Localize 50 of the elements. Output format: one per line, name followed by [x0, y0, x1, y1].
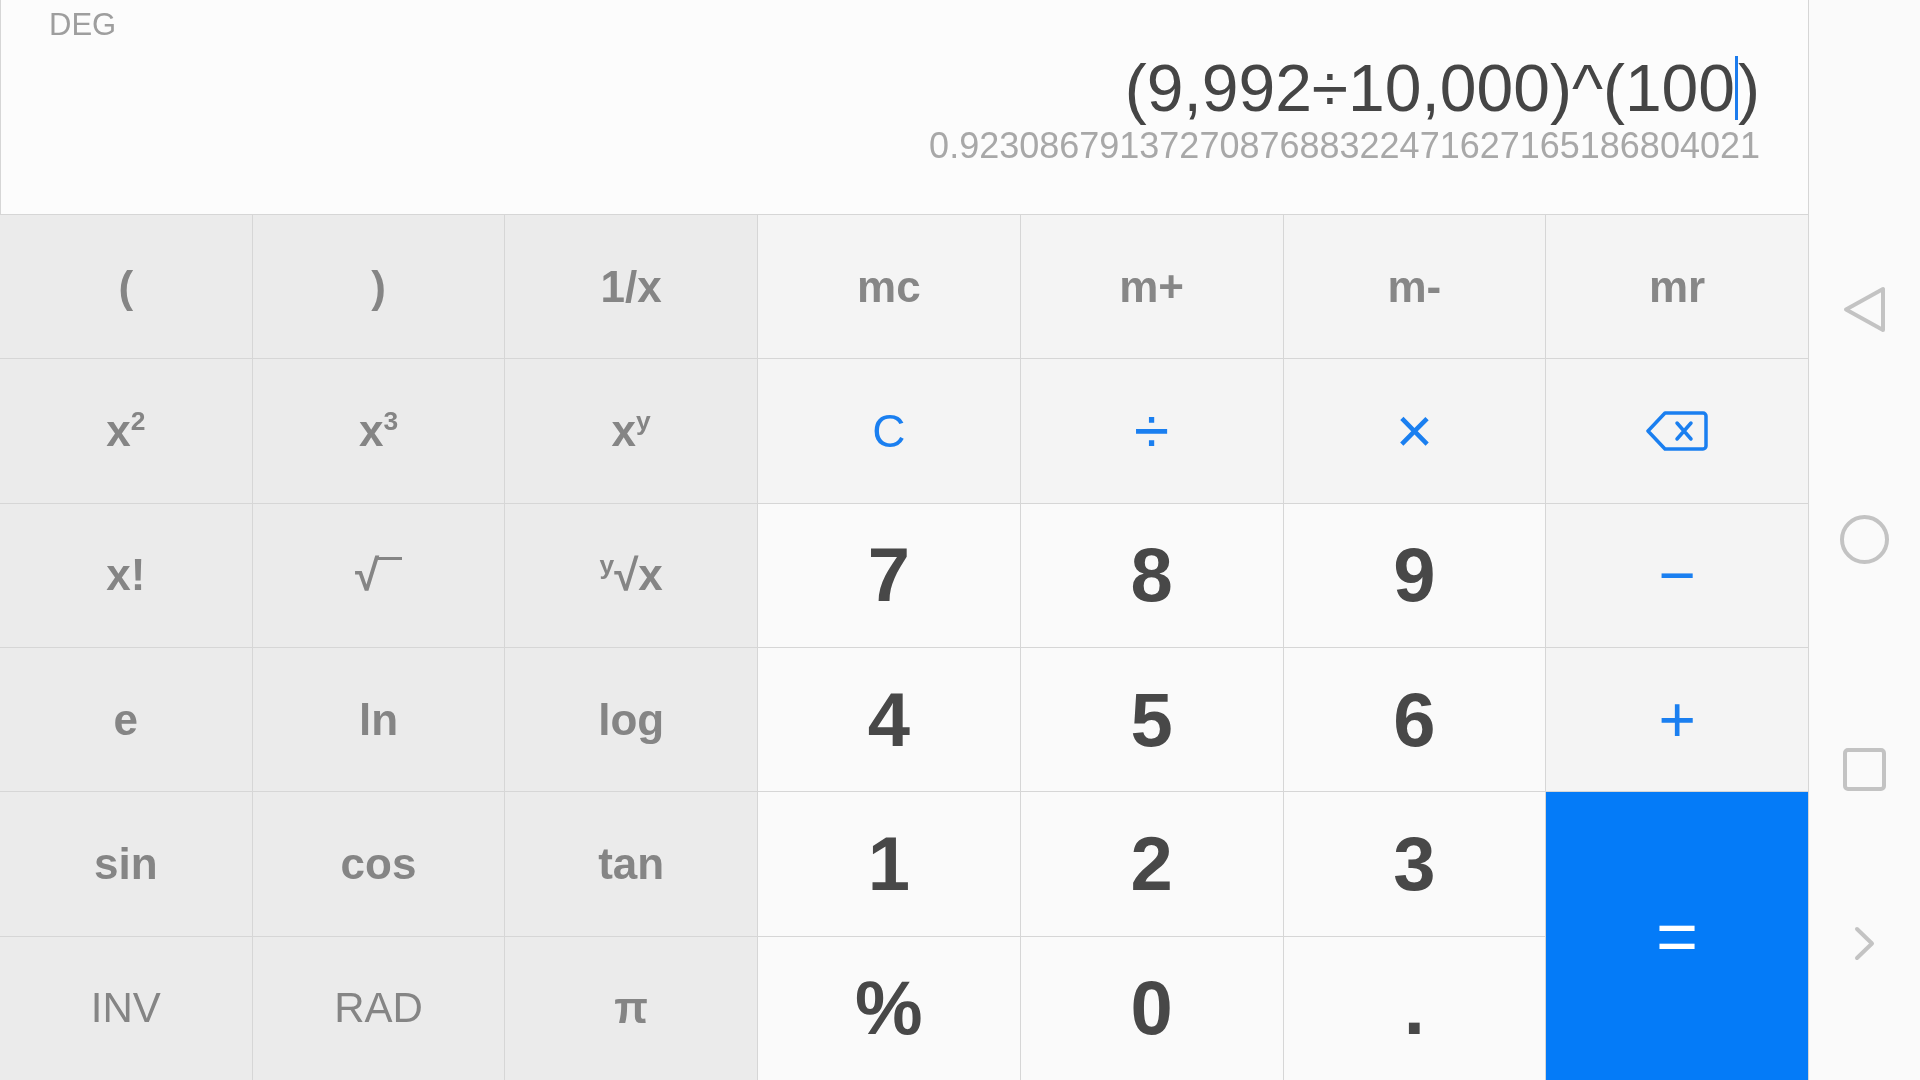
angle-mode-label: DEG: [49, 7, 117, 43]
function-key[interactable]: x!: [0, 503, 252, 647]
mode-key[interactable]: INV: [0, 936, 252, 1080]
memory-key[interactable]: mr: [1546, 215, 1808, 359]
function-key[interactable]: (: [0, 215, 252, 359]
operator-key[interactable]: ÷: [1020, 359, 1283, 503]
function-key[interactable]: log: [505, 648, 757, 792]
digit-key[interactable]: 4: [758, 648, 1020, 792]
backspace-key[interactable]: [1546, 359, 1808, 503]
function-key[interactable]: √: [252, 503, 505, 647]
function-key[interactable]: tan: [505, 792, 757, 936]
mode-key[interactable]: RAD: [252, 936, 505, 1080]
backspace-icon: [1646, 411, 1709, 451]
clear-key[interactable]: C: [758, 359, 1020, 503]
function-key[interactable]: x$^{y}$: [505, 359, 757, 503]
function-key[interactable]: π: [505, 936, 757, 1080]
function-key[interactable]: x$^{3}$: [252, 359, 505, 503]
function-key[interactable]: cos: [252, 792, 505, 936]
function-key[interactable]: $^{y}$√x: [505, 503, 757, 647]
function-key[interactable]: ): [252, 215, 505, 359]
digit-key[interactable]: 9: [1283, 503, 1546, 647]
memory-key[interactable]: mc: [758, 215, 1020, 359]
function-key[interactable]: 1/x: [505, 215, 757, 359]
function-key[interactable]: e: [0, 648, 252, 792]
digit-key[interactable]: 6: [1283, 648, 1546, 792]
digit-key[interactable]: .: [1283, 936, 1546, 1080]
equals-key[interactable]: =: [1546, 792, 1808, 1080]
digit-key[interactable]: 0: [1020, 936, 1283, 1080]
digit-key[interactable]: 5: [1020, 648, 1283, 792]
digit-key[interactable]: 2: [1020, 792, 1283, 936]
function-key[interactable]: x$^{2}$: [0, 359, 252, 503]
square-icon[interactable]: [1843, 748, 1886, 791]
digit-key[interactable]: 7: [758, 503, 1020, 647]
digit-key[interactable]: 1: [758, 792, 1020, 936]
back-icon[interactable]: [1843, 286, 1886, 333]
chevron-icon[interactable]: [1854, 926, 1875, 961]
digit-key[interactable]: 3: [1283, 792, 1546, 936]
digit-key[interactable]: 8: [1020, 503, 1283, 647]
result-text: 0.9230867913727087688322471627165186804021: [929, 126, 1760, 166]
circle-icon[interactable]: [1840, 515, 1889, 564]
function-key[interactable]: ln: [252, 648, 505, 792]
digit-key[interactable]: %: [758, 936, 1020, 1080]
memory-key[interactable]: m-: [1283, 215, 1546, 359]
operator-key[interactable]: −: [1546, 503, 1808, 647]
operator-key[interactable]: ×: [1283, 359, 1546, 503]
expression-field[interactable]: (9,992÷10,000)^(100): [1124, 50, 1760, 126]
operator-key[interactable]: +: [1546, 648, 1808, 792]
function-key[interactable]: sin: [0, 792, 252, 936]
cursor-icon: [1735, 56, 1738, 120]
memory-key[interactable]: m+: [1020, 215, 1283, 359]
